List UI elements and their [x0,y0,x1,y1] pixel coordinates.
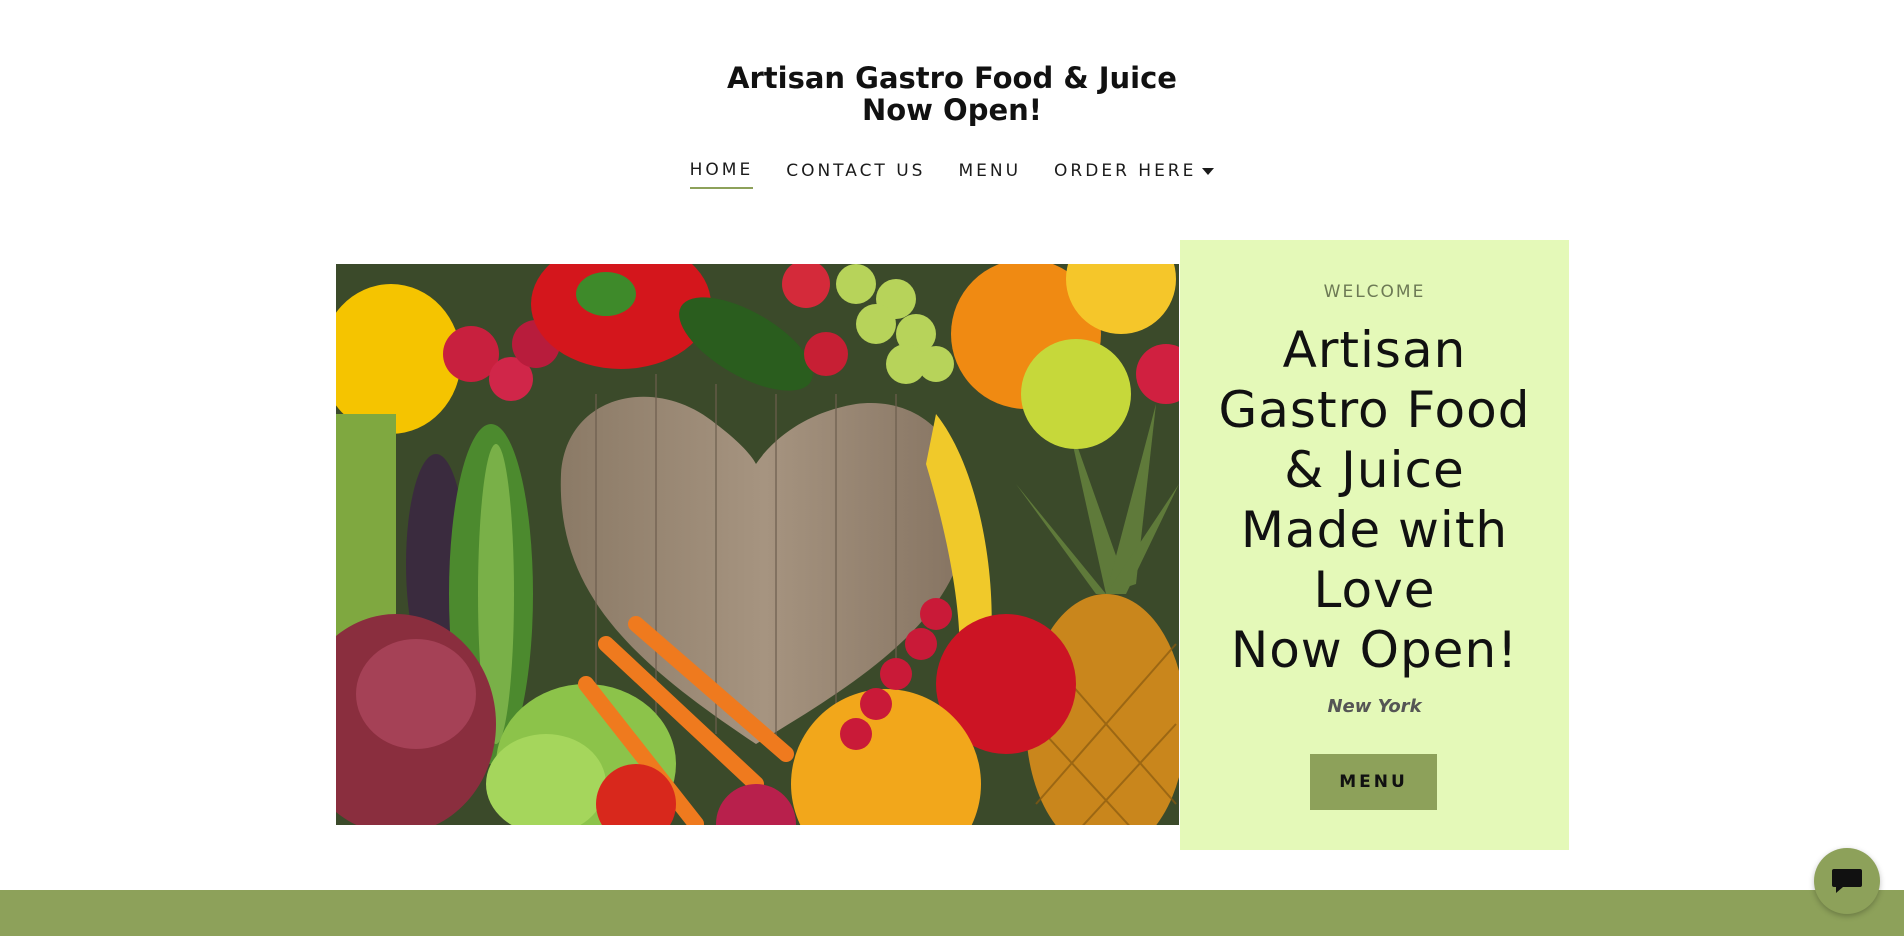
footer-band [0,890,1904,936]
site-title-line1: Artisan Gastro Food & Juice [727,61,1177,95]
nav-item-order-here-label: ORDER HERE [1054,161,1197,181]
location-text: New York [1327,696,1422,717]
fruit-vegetable-heart-image [336,264,1179,825]
welcome-heading-line: Love [1313,561,1436,619]
welcome-heading-line: Artisan [1282,321,1467,379]
site-title: Artisan Gastro Food & Juice Now Open! [0,62,1904,126]
menu-button[interactable]: MENU [1310,754,1437,810]
nav-item-menu[interactable]: MENU [958,160,1021,189]
chat-button[interactable] [1814,848,1880,914]
main-nav: HOME CONTACT US MENU ORDER HERE [0,160,1904,189]
welcome-heading-line: Gastro Food [1218,381,1531,439]
welcome-card: WELCOME Artisan Gastro Food & Juice Made… [1180,240,1569,850]
caret-down-icon [1202,168,1215,175]
chat-bubble-icon [1832,869,1862,893]
nav-item-home[interactable]: HOME [689,160,754,189]
nav-item-order-here[interactable]: ORDER HERE [1054,160,1215,189]
nav-item-menu-label: MENU [958,161,1022,181]
welcome-heading: Artisan Gastro Food & Juice Made with Lo… [1180,320,1569,680]
welcome-label: WELCOME [1323,282,1426,302]
welcome-heading-line: & Juice [1284,441,1465,499]
welcome-heading-line: Now Open! [1230,621,1519,679]
welcome-heading-line: Made with [1240,501,1509,559]
nav-item-contact-us-label: CONTACT US [786,161,926,181]
nav-item-home-label: HOME [689,160,754,180]
nav-item-contact-us[interactable]: CONTACT US [786,160,925,189]
hero-image [336,264,1179,825]
site-title-line2: Now Open! [861,93,1043,127]
